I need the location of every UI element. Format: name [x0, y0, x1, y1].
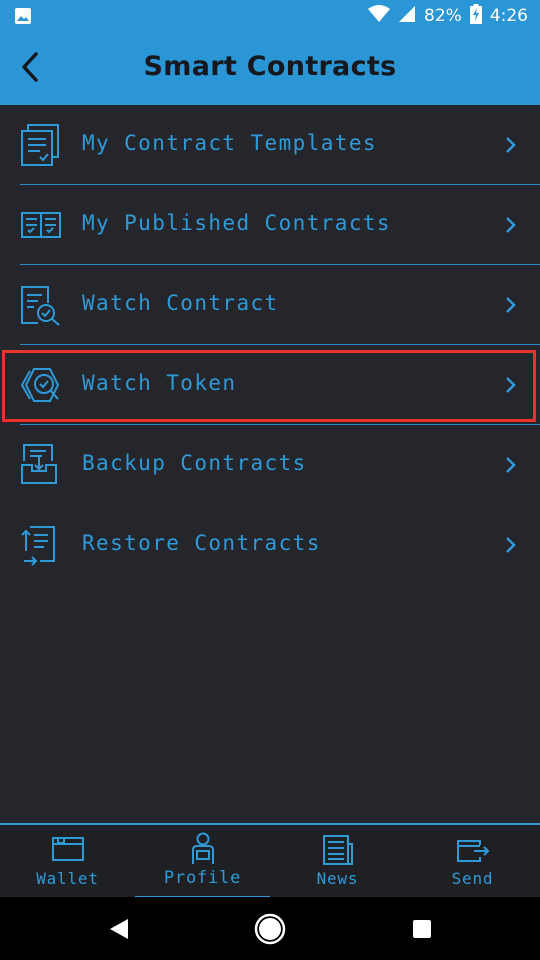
menu-item-watch-token[interactable]: Watch Token: [0, 345, 540, 425]
menu-item-watch-contract[interactable]: Watch Contract: [0, 265, 540, 345]
cell-signal-icon: [398, 5, 416, 28]
tab-wallet[interactable]: Wallet: [0, 825, 135, 899]
menu-item-label: My Contract Templates: [82, 131, 377, 155]
tab-label: Send: [451, 869, 494, 888]
menu-item-label: Watch Contract: [82, 291, 279, 315]
system-nav-bar: [0, 897, 540, 960]
chevron-right-icon: [504, 135, 518, 155]
chevron-right-icon: [504, 455, 518, 475]
chevron-right-icon: [504, 295, 518, 315]
menu-item-contract-templates[interactable]: My Contract Templates: [0, 105, 540, 185]
menu-item-restore-contracts[interactable]: Restore Contracts: [0, 505, 540, 585]
menu-item-label: Backup Contracts: [82, 451, 307, 475]
tab-label: Wallet: [36, 869, 99, 888]
published-contracts-icon: [20, 203, 62, 247]
wallet-icon: [51, 835, 85, 867]
tab-label: Profile: [163, 868, 242, 888]
menu-item-label: Restore Contracts: [82, 531, 321, 555]
restore-contracts-icon: [20, 523, 62, 567]
tab-label: News: [316, 869, 359, 888]
backup-contracts-icon: [20, 443, 62, 487]
watch-token-icon: [20, 363, 62, 407]
profile-icon: [189, 832, 217, 870]
tab-news[interactable]: News: [270, 825, 405, 899]
send-icon: [456, 839, 490, 867]
chevron-right-icon: [504, 535, 518, 555]
contracts-menu: My Contract Templates My Published Contr…: [0, 105, 540, 585]
tab-send[interactable]: Send: [405, 825, 540, 899]
nav-home-icon[interactable]: [254, 913, 286, 949]
chevron-right-icon: [504, 215, 518, 235]
menu-item-published-contracts[interactable]: My Published Contracts: [0, 185, 540, 265]
menu-item-label: My Published Contracts: [82, 211, 391, 235]
battery-charging-icon: [469, 3, 482, 29]
tab-profile[interactable]: Profile: [135, 825, 270, 899]
battery-percent: 82%: [424, 6, 462, 26]
page-title: Smart Contracts: [143, 51, 397, 82]
contract-templates-icon: [20, 123, 62, 167]
watch-contract-icon: [20, 283, 62, 327]
menu-item-label: Watch Token: [82, 371, 237, 395]
status-bar: 82% 4:26: [0, 0, 540, 32]
image-notification-icon: [14, 7, 32, 29]
nav-recents-icon[interactable]: [412, 919, 432, 943]
nav-back-icon[interactable]: [108, 917, 130, 945]
news-icon: [322, 834, 354, 870]
clock-time: 4:26: [489, 6, 528, 26]
app-bar: Smart Contracts: [0, 32, 540, 105]
chevron-right-icon: [504, 375, 518, 395]
menu-item-backup-contracts[interactable]: Backup Contracts: [0, 425, 540, 505]
wifi-icon: [368, 4, 391, 28]
bottom-tab-bar: Wallet Profile News Send: [0, 823, 540, 899]
